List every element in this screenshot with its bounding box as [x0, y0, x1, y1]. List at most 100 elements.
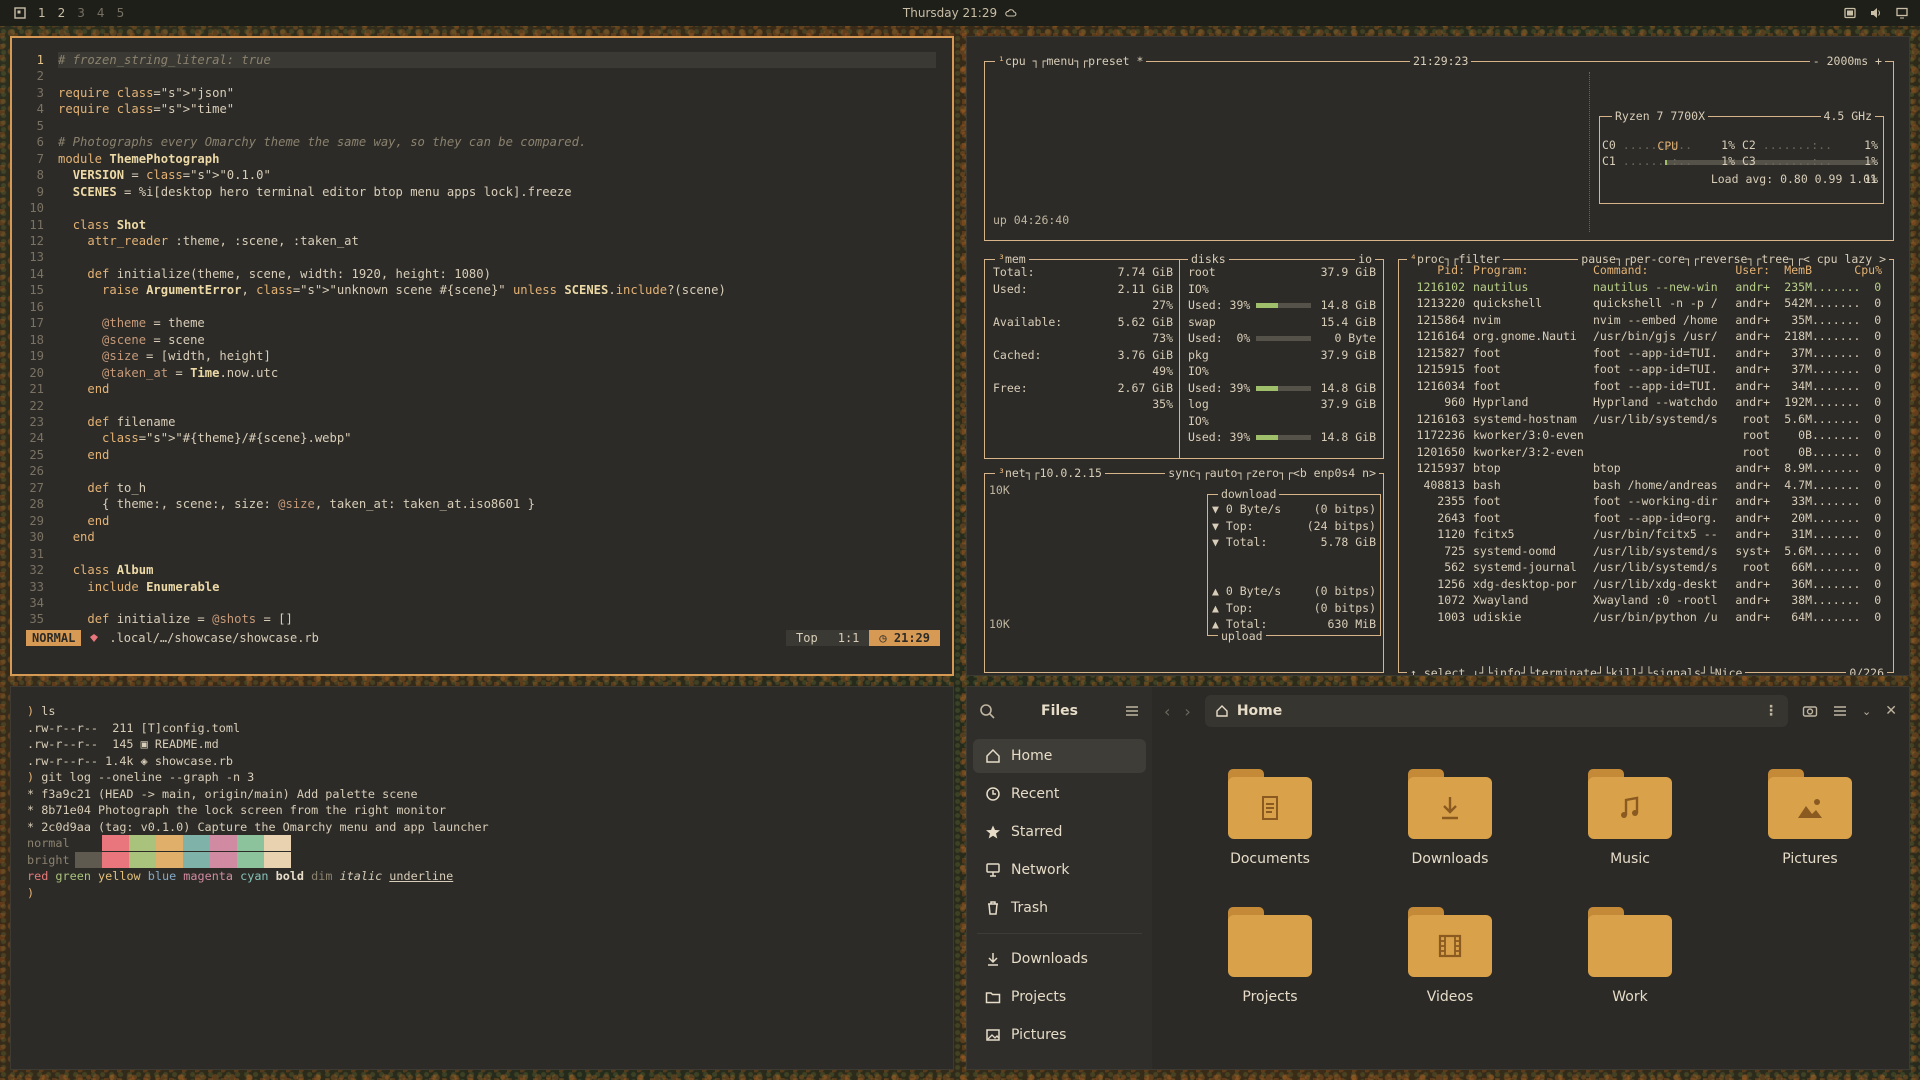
- folder-documents[interactable]: Documents: [1200, 769, 1340, 867]
- sidebar-item-network[interactable]: Network: [973, 853, 1146, 887]
- proc-row[interactable]: 562 systemd-journal/usr/lib/systemd/s root…: [1403, 559, 1891, 576]
- code-line[interactable]: 30 end: [12, 529, 952, 545]
- folder-projects[interactable]: Projects: [1200, 907, 1340, 1005]
- code-line[interactable]: 28 { theme:, scene:, size: @size, taken_…: [12, 496, 952, 512]
- code-line[interactable]: 34: [12, 595, 952, 611]
- files-window[interactable]: Files Home Recent Starred Network Trash Down…: [966, 686, 1910, 1070]
- search-icon[interactable]: [979, 703, 995, 719]
- proc-row[interactable]: 1256 xdg-desktop-por/usr/lib/xdg-deskt and…: [1403, 576, 1891, 593]
- code-line[interactable]: 2: [12, 68, 952, 84]
- code-line[interactable]: 3 require class="s">"json": [12, 85, 952, 101]
- cpu-menu[interactable]: menu: [1047, 54, 1075, 68]
- code-line[interactable]: 23 def filename: [12, 414, 952, 430]
- folder-work[interactable]: Work: [1560, 907, 1700, 1005]
- proc-signals[interactable]: signals: [1652, 666, 1700, 675]
- path-bar[interactable]: Home ⋮: [1204, 695, 1789, 727]
- net-sync[interactable]: sync: [1168, 466, 1196, 480]
- path-menu-icon[interactable]: ⋮: [1764, 703, 1778, 719]
- sidebar-item-projects[interactable]: Projects: [973, 980, 1146, 1014]
- code-line[interactable]: 13: [12, 249, 952, 265]
- sidebar-item-starred[interactable]: Starred: [973, 815, 1146, 849]
- cpu-title[interactable]: cpu: [1005, 54, 1026, 68]
- back-icon[interactable]: ‹: [1164, 702, 1170, 721]
- net-iface[interactable]: <b enp0s4 n>: [1293, 466, 1376, 480]
- proc-row[interactable]: 1072 Xwayland Xwayland :0 -rootl andr+ 38M..…: [1403, 592, 1891, 609]
- view-options-icon[interactable]: ⌄: [1862, 705, 1871, 718]
- code-line[interactable]: 8 VERSION = class="s">"0.1.0": [12, 167, 952, 183]
- proc-row[interactable]: 1216163 systemd-hostnam/usr/lib/systemd/s…: [1403, 411, 1891, 428]
- sidebar-item-downloads[interactable]: Downloads: [973, 942, 1146, 976]
- code-line[interactable]: 22: [12, 398, 952, 414]
- code-line[interactable]: 35 def initialize = @shots = []: [12, 611, 952, 627]
- code-line[interactable]: 7 module ThemePhotograph: [12, 151, 952, 167]
- code-line[interactable]: 1 # frozen_string_literal: true: [12, 52, 952, 69]
- cpu-interval[interactable]: - 2000ms +: [1809, 54, 1885, 68]
- proc-row[interactable]: 408813 bash bash /home/andreas andr+ 4.7M...…: [1403, 477, 1891, 494]
- workspace-4[interactable]: 4: [97, 6, 105, 20]
- camera-icon[interactable]: [1802, 703, 1818, 719]
- proc-kill[interactable]: kill: [1611, 666, 1639, 675]
- proc-terminate[interactable]: terminate: [1535, 666, 1597, 675]
- close-icon[interactable]: ✕: [1885, 703, 1897, 719]
- workspace-1[interactable]: 1: [38, 6, 46, 20]
- code-line[interactable]: 32 class Album: [12, 562, 952, 578]
- code-line[interactable]: 19 @size = [width, height]: [12, 348, 952, 364]
- code-buffer[interactable]: 1 # frozen_string_literal: true 2 3 require…: [12, 52, 952, 628]
- cpu-preset[interactable]: preset *: [1088, 54, 1143, 68]
- net-title[interactable]: net: [1005, 466, 1026, 480]
- display-icon[interactable]: [1896, 7, 1908, 19]
- code-line[interactable]: 11 class Shot: [12, 217, 952, 233]
- workspace-2[interactable]: 2: [58, 6, 66, 20]
- forward-icon[interactable]: ›: [1184, 702, 1190, 721]
- sidebar-item-trash[interactable]: Trash: [973, 891, 1146, 925]
- sidebar-item-pictures[interactable]: Pictures: [973, 1018, 1146, 1052]
- proc-row[interactable]: 1216164 org.gnome.Nauti/usr/bin/gjs /usr/…: [1403, 328, 1891, 345]
- proc-row[interactable]: 1215937 btop btop andr+ 8.9M....... 0.1: [1403, 460, 1891, 477]
- menu-icon[interactable]: [1124, 703, 1140, 719]
- proc-row[interactable]: 960 Hyprland Hyprland --watchdo andr+ 192M..…: [1403, 394, 1891, 411]
- code-line[interactable]: 27 def to_h: [12, 480, 952, 496]
- proc-row[interactable]: 1213220 quickshell quickshell -n -p / andr+…: [1403, 295, 1891, 312]
- code-line[interactable]: 26: [12, 463, 952, 479]
- code-line[interactable]: 15 raise ArgumentError, class="s">"unkno…: [12, 282, 952, 298]
- code-line[interactable]: 33 include Enumerable: [12, 579, 952, 595]
- proc-row[interactable]: 1201650 kworker/3:2-even root 0B....... 0.0: [1403, 444, 1891, 461]
- code-line[interactable]: 17 @theme = theme: [12, 315, 952, 331]
- proc-row[interactable]: 1172236 kworker/3:0-even root 0B....... 0.0: [1403, 427, 1891, 444]
- proc-row[interactable]: 1216034 foot foot --app-id=TUI. andr+ 34M...…: [1403, 378, 1891, 395]
- code-line[interactable]: 10: [12, 200, 952, 216]
- proc-row[interactable]: 1215827 foot foot --app-id=TUI. andr+ 37M...…: [1403, 345, 1891, 362]
- code-line[interactable]: 16: [12, 299, 952, 315]
- proc-row[interactable]: 2643 foot foot --app-id=org. andr+ 20M......…: [1403, 510, 1891, 527]
- code-line[interactable]: 9 SCENES = %i[desktop hero terminal edit…: [12, 184, 952, 200]
- code-line[interactable]: 14 def initialize(theme, scene, width: 1…: [12, 266, 952, 282]
- proc-row[interactable]: 1215915 foot foot --app-id=TUI. andr+ 37M...…: [1403, 361, 1891, 378]
- proc-info[interactable]: info: [1493, 666, 1521, 675]
- proc-row[interactable]: 1216102 nautilus nautilus --new-win andr+ 23…: [1403, 279, 1891, 296]
- proc-row[interactable]: 2355 foot foot --working-dir andr+ 33M......…: [1403, 493, 1891, 510]
- code-line[interactable]: 12 attr_reader :theme, :scene, :taken_at: [12, 233, 952, 249]
- proc-row[interactable]: 725 systemd-oomd/usr/lib/systemd/s syst+ 5.…: [1403, 543, 1891, 560]
- code-line[interactable]: 20 @taken_at = Time.now.utc: [12, 365, 952, 381]
- code-line[interactable]: 18 @scene = scene: [12, 332, 952, 348]
- launcher-icon[interactable]: [14, 7, 26, 19]
- folder-pictures[interactable]: Pictures: [1740, 769, 1880, 867]
- workspace-3[interactable]: 3: [77, 6, 85, 20]
- code-line[interactable]: 4 require class="s">"time": [12, 101, 952, 117]
- workspace-5[interactable]: 5: [117, 6, 125, 20]
- net-auto[interactable]: auto: [1210, 466, 1238, 480]
- volume-icon[interactable]: [1870, 7, 1882, 19]
- screen-icon[interactable]: [1844, 7, 1856, 19]
- net-zero[interactable]: zero: [1251, 466, 1279, 480]
- code-line[interactable]: 29 end: [12, 513, 952, 529]
- code-line[interactable]: 21 end: [12, 381, 952, 397]
- final-prompt[interactable]: ): [27, 885, 489, 902]
- proc-row[interactable]: 1120 fcitx5/usr/bin/fcitx5 -- andr+ 31M....…: [1403, 526, 1891, 543]
- proc-nice[interactable]: Nice: [1715, 666, 1743, 675]
- code-line[interactable]: 31: [12, 546, 952, 562]
- proc-row[interactable]: 1003 udiskie/usr/bin/python /u andr+ 64M...…: [1403, 609, 1891, 626]
- folder-videos[interactable]: Videos: [1380, 907, 1520, 1005]
- folder-music[interactable]: Music: [1560, 769, 1700, 867]
- list-view-icon[interactable]: [1832, 703, 1848, 719]
- btop-window[interactable]: ¹cpu ┐┌menu┐┌preset * 21:29:23 - 2000ms …: [966, 36, 1910, 676]
